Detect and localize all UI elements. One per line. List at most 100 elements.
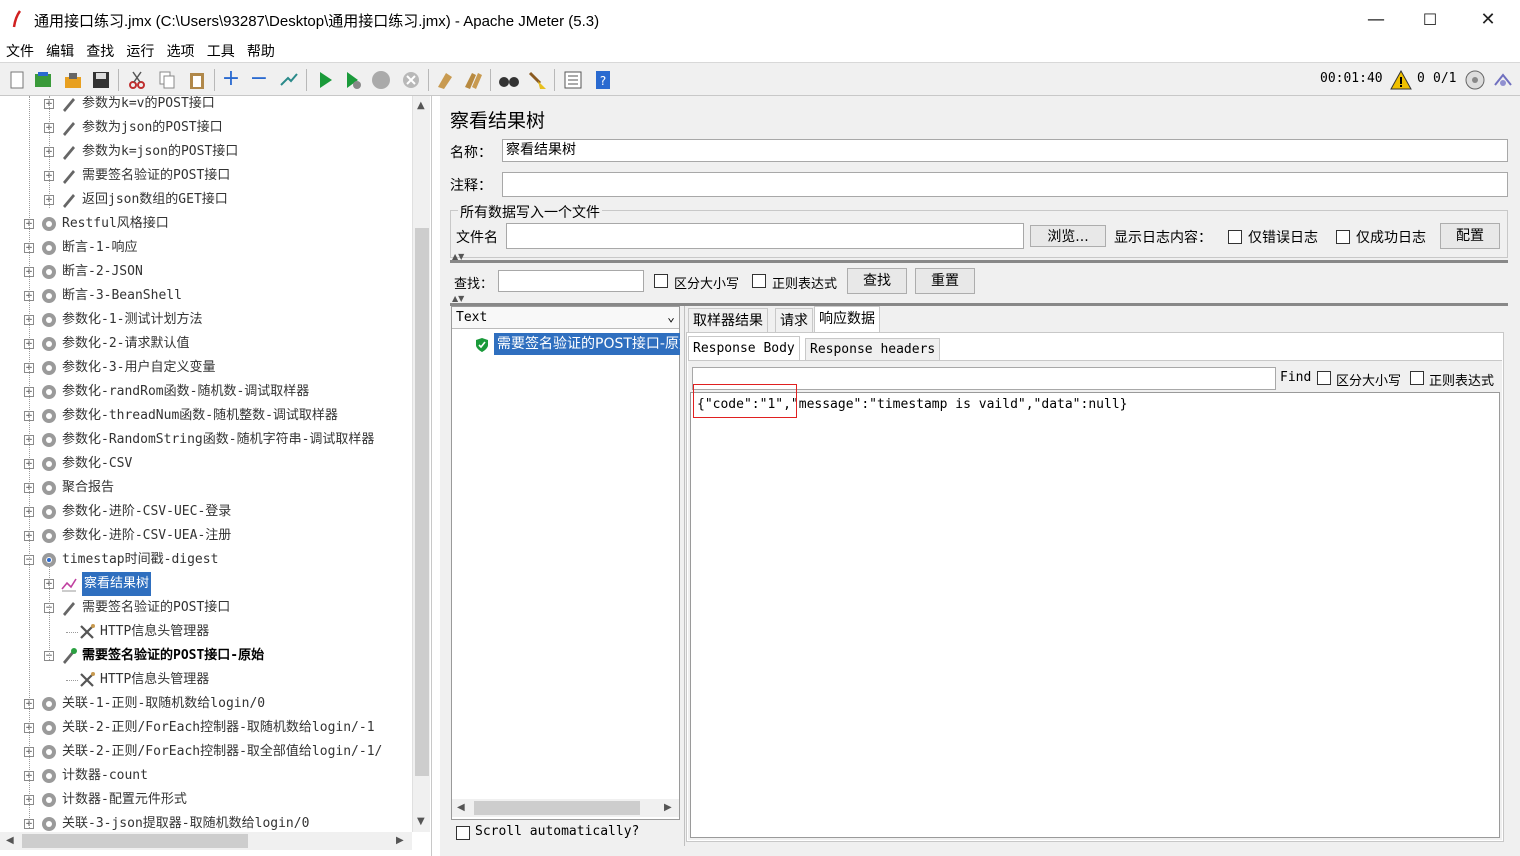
results-scroll-right-icon[interactable]: ▶ bbox=[664, 802, 672, 813]
tree-item[interactable]: + 参数化-1-测试计划方法 bbox=[0, 308, 412, 332]
comment-input[interactable] bbox=[502, 172, 1508, 197]
tree-item[interactable]: HTTP信息头管理器 bbox=[0, 668, 412, 692]
clear-all-icon[interactable] bbox=[462, 69, 484, 91]
browse-button[interactable]: 浏览... bbox=[1030, 225, 1106, 247]
tree-item[interactable]: + 参数化-randRom函数-随机数-调试取样器 bbox=[0, 380, 412, 404]
search-button[interactable]: 查找 bbox=[847, 268, 907, 294]
tree-item[interactable]: + 参数化-CSV bbox=[0, 452, 412, 476]
result-item[interactable]: 需要签名验证的POST接口-原始 bbox=[494, 333, 680, 355]
scroll-up-icon[interactable]: ▲ bbox=[417, 100, 425, 111]
response-body-text-area[interactable]: {"code":"1","message":"timestamp is vail… bbox=[690, 392, 1500, 838]
tree-hscroll-thumb[interactable] bbox=[22, 834, 248, 848]
menu-help[interactable]: 帮助 bbox=[245, 40, 277, 62]
reset-search-icon[interactable] bbox=[526, 69, 548, 91]
configure-button[interactable]: 配置 bbox=[1440, 223, 1500, 249]
tree-scroll-thumb[interactable] bbox=[415, 228, 429, 776]
paste-icon[interactable] bbox=[186, 69, 208, 91]
start-icon[interactable] bbox=[314, 69, 336, 91]
expand-icon[interactable]: + bbox=[220, 68, 242, 91]
stop-icon[interactable] bbox=[370, 69, 392, 91]
tree-item[interactable]: + 参数化-RandomString函数-随机字符串-调试取样器 bbox=[0, 428, 412, 452]
tree-item[interactable]: + 断言-1-响应 bbox=[0, 236, 412, 260]
menu-tools[interactable]: 工具 bbox=[205, 40, 237, 62]
test-plan-tree[interactable]: + 参数为k=v的POST接口 + 参数为json的POST接口 + 参数为k=json的… bbox=[0, 96, 432, 856]
renderer-select[interactable]: Text ⌄ bbox=[452, 307, 679, 329]
clear-icon[interactable] bbox=[434, 69, 456, 91]
tree-item[interactable]: + 计数器-count bbox=[0, 764, 412, 788]
tab-sampler-result[interactable]: 取样器结果 bbox=[688, 308, 768, 332]
lower-splitter-arrows-icon[interactable]: ▲▼ bbox=[452, 294, 464, 303]
scroll-left-icon[interactable]: ◀ bbox=[6, 835, 14, 846]
tree-item[interactable]: − 需要签名验证的POST接口-原始 bbox=[0, 644, 412, 668]
tree-item[interactable]: + 参数化-进阶-CSV-UEA-注册 bbox=[0, 524, 412, 548]
name-input[interactable]: 察看结果树 bbox=[502, 139, 1508, 162]
scroll-auto-checkbox[interactable] bbox=[456, 826, 470, 840]
errors-only-checkbox[interactable] bbox=[1228, 230, 1242, 244]
tree-item[interactable]: − 需要签名验证的POST接口 bbox=[0, 596, 412, 620]
maximize-button[interactable]: ☐ bbox=[1410, 6, 1450, 34]
tree-item[interactable]: + 参数为k=v的POST接口 bbox=[0, 96, 412, 116]
shutdown-icon[interactable] bbox=[400, 69, 422, 91]
tree-item[interactable]: + Restful风格接口 bbox=[0, 212, 412, 236]
function-helper-icon[interactable] bbox=[562, 69, 584, 91]
tree-item[interactable]: + 返回json数组的GET接口 bbox=[0, 188, 412, 212]
collapse-icon[interactable]: − bbox=[248, 68, 270, 91]
tree-vertical-scrollbar[interactable]: ▲ ▼ bbox=[412, 96, 430, 832]
warning-icon[interactable] bbox=[1390, 69, 1412, 91]
results-scroll-left-icon[interactable]: ◀ bbox=[457, 802, 465, 813]
toggle-icon[interactable] bbox=[278, 69, 300, 91]
tree-horizontal-scrollbar[interactable]: ◀ ▶ bbox=[0, 832, 412, 850]
tab-response-data[interactable]: 响应数据 bbox=[814, 306, 880, 332]
response-regex-checkbox[interactable] bbox=[1410, 371, 1424, 385]
results-hscroll-thumb[interactable] bbox=[474, 801, 640, 815]
menu-file[interactable]: 文件 bbox=[4, 40, 36, 62]
tree-item[interactable]: + 参数为k=json的POST接口 bbox=[0, 140, 412, 164]
regex-checkbox[interactable] bbox=[752, 274, 766, 288]
tree-item[interactable]: + 关联-2-正则/ForEach控制器-取随机数给login/-1 bbox=[0, 716, 412, 740]
cut-icon[interactable] bbox=[126, 69, 148, 91]
menu-edit[interactable]: 编辑 bbox=[44, 40, 76, 62]
tree-item[interactable]: + 断言-2-JSON bbox=[0, 260, 412, 284]
menu-options[interactable]: 选项 bbox=[165, 40, 197, 62]
help-icon[interactable]: ? bbox=[592, 69, 614, 91]
tree-item[interactable]: + 聚合报告 bbox=[0, 476, 412, 500]
tab-response-headers[interactable]: Response headers bbox=[805, 338, 941, 360]
tab-response-body[interactable]: Response Body bbox=[688, 336, 800, 360]
tree-item[interactable]: + 参数化-进阶-CSV-UEC-登录 bbox=[0, 500, 412, 524]
tree-item[interactable]: + 参数化-threadNum函数-随机整数-调试取样器 bbox=[0, 404, 412, 428]
tree-item[interactable]: + 关联-1-正则-取随机数给login/0 bbox=[0, 692, 412, 716]
tree-item[interactable]: + 计数器-配置元件形式 bbox=[0, 788, 412, 812]
open-icon[interactable] bbox=[62, 69, 84, 91]
remote-icon[interactable] bbox=[1492, 69, 1514, 91]
filename-input[interactable] bbox=[506, 223, 1024, 249]
tree-item[interactable]: + 断言-3-BeanShell bbox=[0, 284, 412, 308]
splitter-arrows-icon[interactable]: ▲▼ bbox=[452, 252, 464, 261]
upper-splitter[interactable] bbox=[450, 260, 1508, 263]
scroll-right-icon[interactable]: ▶ bbox=[396, 835, 404, 846]
tree-item[interactable]: + 需要签名验证的POST接口 bbox=[0, 164, 412, 188]
scroll-down-icon[interactable]: ▼ bbox=[417, 816, 425, 827]
new-icon[interactable] bbox=[6, 69, 28, 91]
tree-item[interactable]: − timestap时间戳-digest bbox=[0, 548, 412, 572]
reset-button[interactable]: 重置 bbox=[915, 268, 975, 294]
success-only-checkbox[interactable] bbox=[1336, 230, 1350, 244]
case-sensitive-checkbox[interactable] bbox=[654, 274, 668, 288]
menu-search[interactable]: 查找 bbox=[84, 40, 116, 62]
menu-run[interactable]: 运行 bbox=[124, 40, 156, 62]
tree-item[interactable]: + 参数为json的POST接口 bbox=[0, 116, 412, 140]
tab-request[interactable]: 请求 bbox=[775, 308, 813, 332]
save-icon[interactable] bbox=[90, 69, 112, 91]
tree-item[interactable]: HTTP信息头管理器 bbox=[0, 620, 412, 644]
start-no-pauses-icon[interactable] bbox=[342, 69, 364, 91]
copy-icon[interactable] bbox=[156, 69, 178, 91]
response-case-checkbox[interactable] bbox=[1317, 371, 1331, 385]
minimize-button[interactable]: — bbox=[1356, 6, 1396, 34]
search-binoculars-icon[interactable] bbox=[498, 69, 520, 91]
templates-icon[interactable] bbox=[32, 69, 54, 91]
tree-item[interactable]: + 参数化-3-用户自定义变量 bbox=[0, 356, 412, 380]
close-button[interactable]: ✕ bbox=[1468, 6, 1508, 34]
search-input[interactable] bbox=[498, 270, 644, 292]
tree-item[interactable]: + 参数化-2-请求默认值 bbox=[0, 332, 412, 356]
tree-item[interactable]: + 察看结果树 bbox=[0, 572, 412, 596]
tree-item[interactable]: + 关联-2-正则/ForEach控制器-取全部值给login/-1/ bbox=[0, 740, 412, 764]
